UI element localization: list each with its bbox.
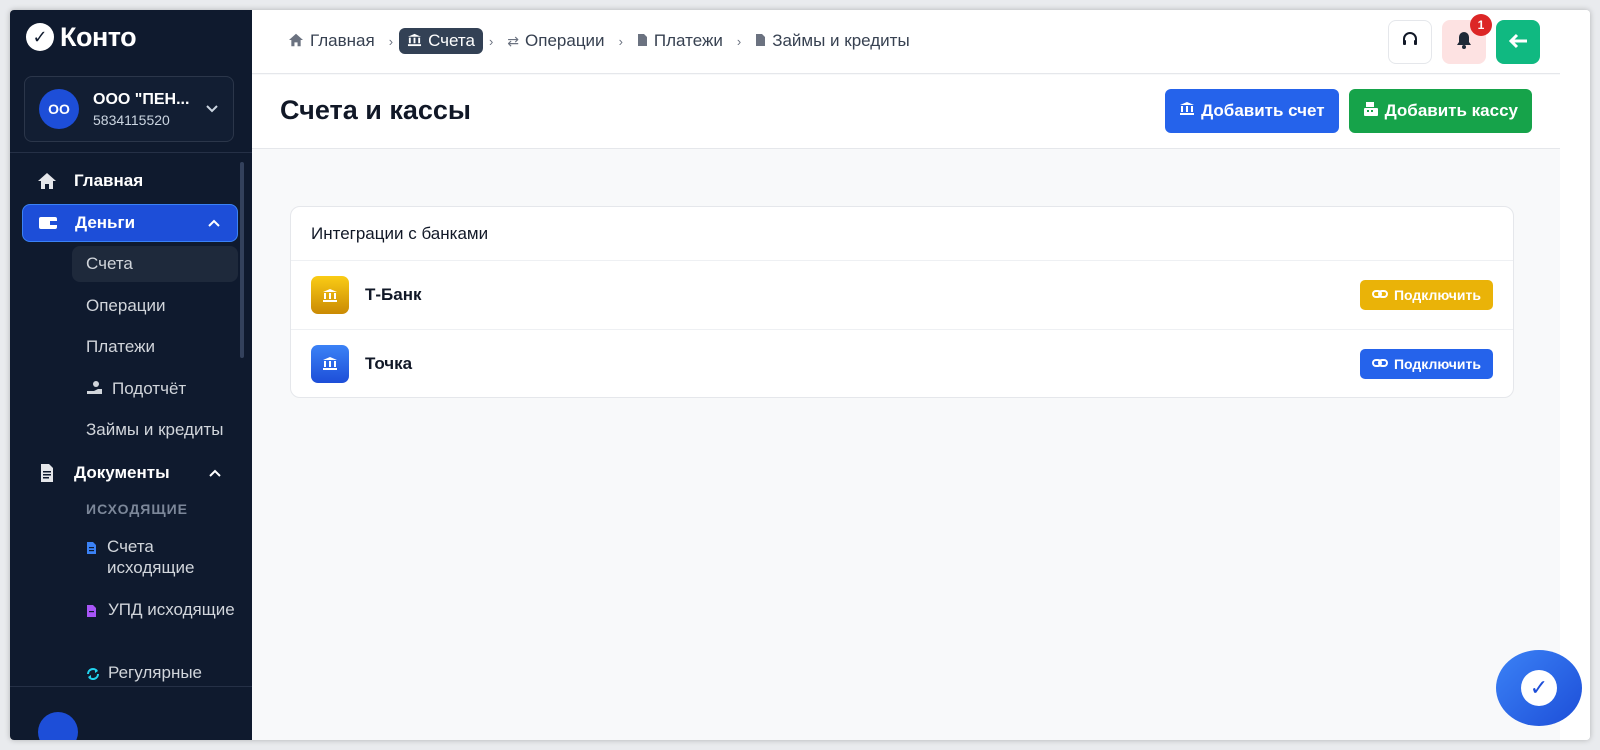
sidebar: ✓ Конто ОО ООО "ПЕН... 5834115520 Главна…: [10, 10, 252, 740]
bank-row-tochka: Точка Подключить: [291, 329, 1513, 397]
sidebar-doc-label: Счета исходящие: [106, 537, 195, 577]
sidebar-subitem-imprest[interactable]: Подотчёт: [72, 371, 238, 407]
breadcrumb-operations[interactable]: ⇄ Операции: [499, 28, 612, 54]
arrow-left-icon: [1508, 29, 1528, 55]
refresh-icon: [86, 666, 100, 687]
breadcrumb-label: Платежи: [653, 31, 723, 50]
page-title: Счета и кассы: [280, 95, 471, 125]
bank-integrations-card: Интеграции с банками Т-Банк Подключить Т: [290, 206, 1514, 398]
brand[interactable]: ✓ Конто: [26, 21, 137, 52]
support-button[interactable]: [1388, 20, 1432, 64]
brand-name: Конто: [60, 21, 137, 52]
sidebar-item-label: Деньги: [75, 213, 136, 232]
topbar: Главная › Счета › ⇄ Операции › Платежи ›…: [252, 10, 1560, 74]
breadcrumb-accounts[interactable]: Счета: [399, 28, 483, 54]
sidebar-divider: [10, 152, 252, 153]
window-gutter: [1560, 10, 1590, 740]
sidebar-subitem-loans[interactable]: Займы и кредиты: [72, 412, 238, 448]
sidebar-item-money[interactable]: Деньги: [22, 204, 238, 242]
sidebar-doc-recurring[interactable]: Регулярные: [86, 662, 236, 687]
page-header: Счета и кассы Добавить счет Добавить кас…: [252, 75, 1560, 149]
breadcrumb-label: Займы и кредиты: [772, 31, 910, 50]
hand-coin-icon: [86, 380, 104, 399]
breadcrumb: Главная › Счета › ⇄ Операции › Платежи ›…: [280, 28, 918, 54]
sidebar-item-documents[interactable]: Документы: [22, 454, 238, 492]
document-icon: [755, 33, 766, 50]
bank-icon: [1179, 101, 1195, 121]
section-label-outgoing: ИСХОДЯЩИЕ: [86, 501, 189, 517]
sidebar-subitem-payments[interactable]: Платежи: [72, 329, 238, 365]
breadcrumb-loans[interactable]: Займы и кредиты: [747, 28, 917, 54]
user-avatar[interactable]: [38, 712, 78, 740]
check-circle-icon: ✓: [26, 23, 54, 51]
sidebar-subitem-operations[interactable]: Операции: [72, 288, 238, 324]
sidebar-item-label: Главная: [74, 171, 144, 190]
breadcrumb-separator: ›: [736, 33, 742, 49]
bank-icon: [311, 276, 349, 314]
org-name: ООО "ПЕН...: [93, 90, 190, 108]
sidebar-item-home[interactable]: Главная: [22, 162, 238, 200]
connect-label: Подключить: [1393, 355, 1481, 372]
bank-icon: [311, 344, 349, 383]
chevron-up-icon: [208, 465, 222, 481]
org-avatar: ОО: [39, 89, 79, 129]
link-icon: [1371, 287, 1388, 303]
add-account-button[interactable]: Добавить счет: [1165, 89, 1339, 133]
breadcrumb-separator: ›: [388, 33, 394, 49]
connect-tochka-button[interactable]: Подключить: [1359, 348, 1493, 379]
chevron-down-icon: [205, 101, 219, 117]
add-cashbox-button[interactable]: Добавить кассу: [1348, 89, 1532, 133]
upd-document-icon: [86, 603, 100, 624]
sidebar-divider: [10, 686, 252, 687]
wallet-icon: [37, 215, 59, 231]
bank-name: Точка: [365, 353, 413, 373]
org-inn: 5834115520: [93, 111, 170, 128]
app-window: ✓ Конто ОО ООО "ПЕН... 5834115520 Главна…: [10, 10, 1590, 740]
main-content: Главная › Счета › ⇄ Операции › Платежи ›…: [252, 10, 1560, 740]
add-account-label: Добавить счет: [1201, 101, 1325, 120]
assistant-fab[interactable]: ✓: [1496, 650, 1582, 726]
connect-tbank-button[interactable]: Подключить: [1359, 280, 1493, 310]
headset-icon: [1401, 31, 1419, 54]
notifications-button[interactable]: 1: [1442, 14, 1492, 64]
breadcrumb-label: Главная: [310, 31, 375, 50]
cash-register-icon: [1363, 101, 1379, 122]
card-title: Интеграции с банками: [291, 207, 1513, 261]
breadcrumb-label: Счета: [428, 31, 475, 50]
breadcrumb-separator: ›: [618, 33, 623, 49]
sidebar-doc-invoices-outgoing[interactable]: Счета исходящие: [86, 536, 236, 578]
top-actions: 1: [1388, 14, 1540, 64]
header-actions: Добавить счет Добавить кассу: [1165, 89, 1532, 133]
sidebar-doc-upd-outgoing[interactable]: УПД исходящие: [86, 599, 236, 624]
connect-label: Подключить: [1393, 287, 1481, 303]
bank-row-tbank: Т-Банк Подключить: [291, 261, 1513, 329]
chevron-up-icon: [207, 215, 221, 231]
sidebar-item-label: Документы: [74, 463, 170, 482]
sidebar-subitem-accounts[interactable]: Счета: [72, 246, 238, 282]
invoice-icon: [86, 540, 99, 561]
bank-name: Т-Банк: [365, 285, 422, 304]
notification-badge: 1: [1470, 14, 1492, 36]
sidebar-doc-label: УПД исходящие: [108, 600, 235, 619]
home-icon: [36, 172, 58, 190]
arrows-exchange-icon: ⇄: [507, 32, 520, 49]
sidebar-subitem-label: Подотчёт: [112, 379, 187, 398]
breadcrumb-home[interactable]: Главная: [280, 28, 383, 54]
logout-button[interactable]: [1496, 20, 1540, 64]
org-switcher[interactable]: ОО ООО "ПЕН... 5834115520: [24, 76, 234, 142]
document-icon: [637, 33, 648, 50]
sidebar-doc-label: Регулярные: [108, 663, 203, 682]
sidebar-scrollbar[interactable]: [240, 162, 244, 358]
breadcrumb-label: Операции: [525, 31, 605, 50]
breadcrumb-payments[interactable]: Платежи: [629, 28, 731, 54]
check-circle-icon: ✓: [1521, 670, 1557, 706]
bell-icon: [1456, 31, 1472, 54]
breadcrumb-separator: ›: [488, 33, 494, 49]
bank-icon: [407, 33, 422, 50]
add-cashbox-label: Добавить кассу: [1384, 101, 1518, 120]
link-icon: [1371, 356, 1388, 372]
home-icon: [288, 33, 304, 50]
document-icon: [36, 463, 58, 483]
